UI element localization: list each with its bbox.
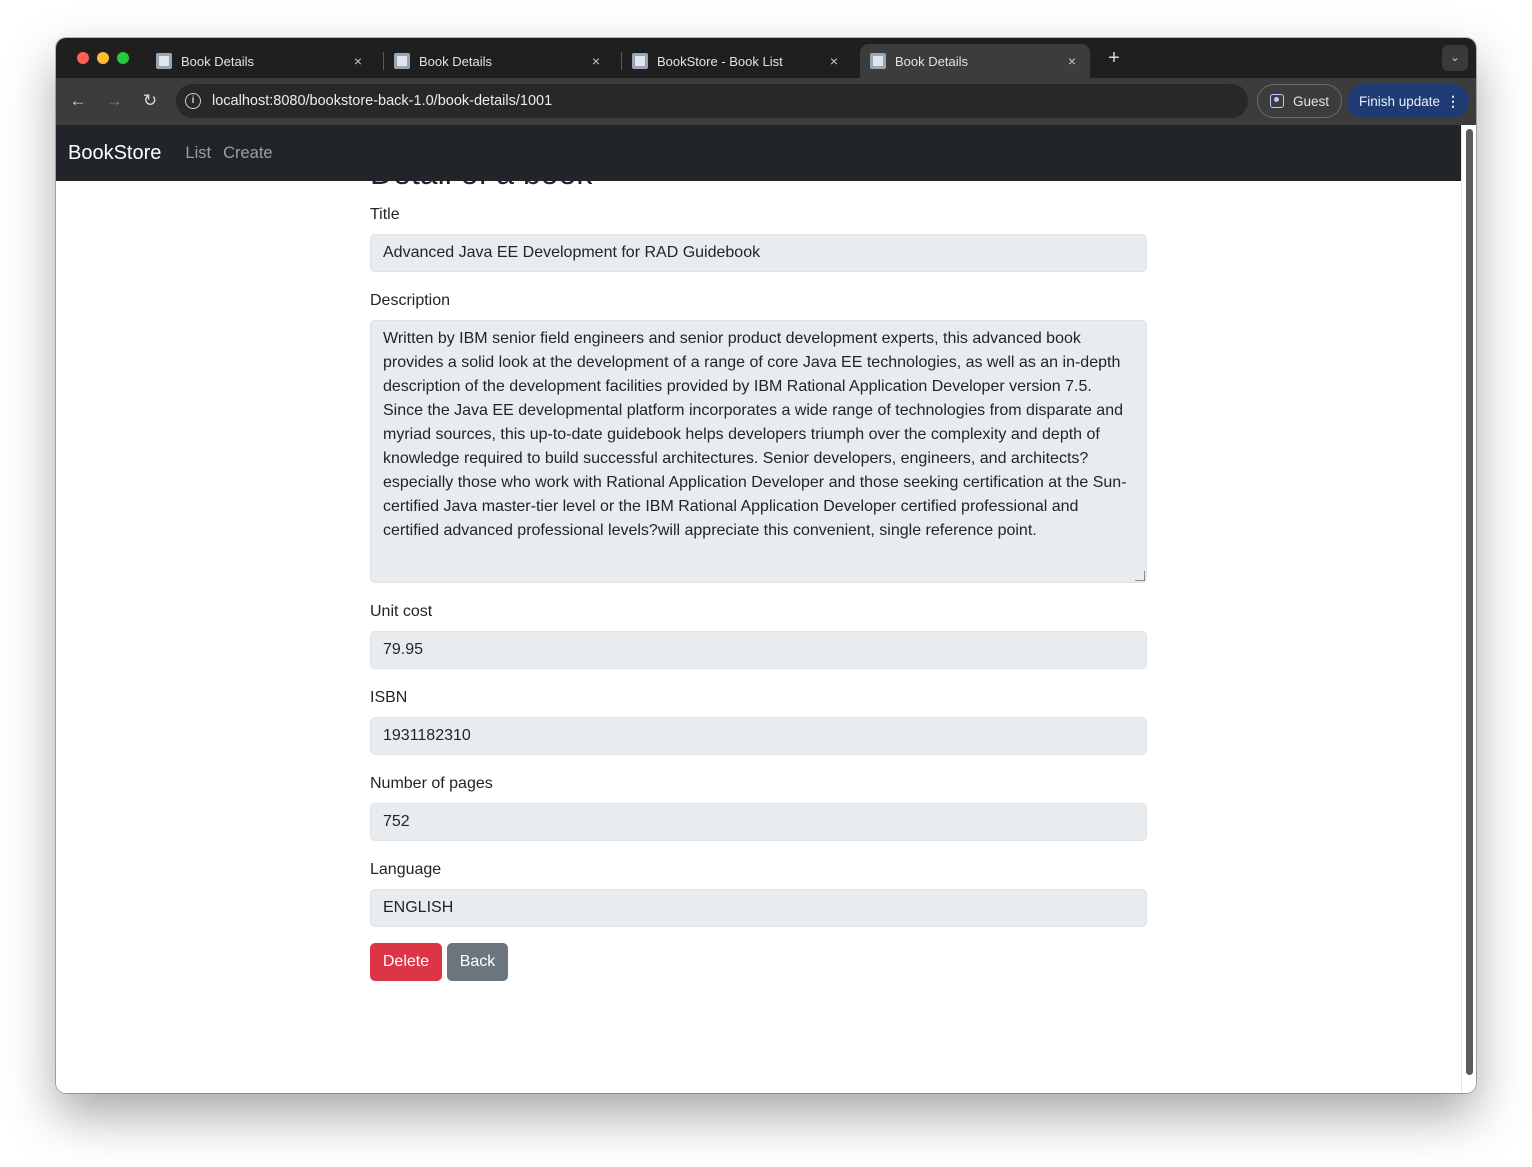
tab-search-chevron-icon[interactable]: ⌄ <box>1442 45 1468 71</box>
language-label: Language <box>370 861 442 878</box>
browser-tab[interactable]: Book Details × <box>384 44 614 78</box>
page-favicon-icon <box>870 53 886 69</box>
back-button[interactable]: Back <box>447 943 508 981</box>
unit-cost-field[interactable]: 79.95 <box>370 631 1147 669</box>
browser-tab-active[interactable]: Book Details × <box>860 44 1090 78</box>
description-field[interactable]: Written by IBM senior field engineers an… <box>370 320 1147 583</box>
close-icon[interactable]: × <box>1062 53 1082 69</box>
tab-title: Book Details <box>895 53 968 69</box>
person-icon <box>1270 94 1284 108</box>
close-icon[interactable]: × <box>824 53 844 69</box>
close-icon[interactable]: × <box>348 53 368 69</box>
title-label: Title <box>370 206 400 223</box>
browser-window: Book Details × Book Details × BookStore … <box>56 38 1476 1093</box>
page-viewport: BookStore List Create Detail of a book T… <box>56 125 1461 1093</box>
browser-toolbar: ← → ↻ i localhost:8080/bookstore-back-1.… <box>56 78 1476 125</box>
url-text[interactable]: localhost:8080/bookstore-back-1.0/book-d… <box>212 93 552 109</box>
reload-icon[interactable]: ↻ <box>139 90 161 112</box>
unit-cost-label: Unit cost <box>370 603 433 620</box>
update-label: Finish update <box>1359 93 1441 109</box>
new-tab-button[interactable]: + <box>1102 46 1126 70</box>
zoom-window-button[interactable] <box>117 52 129 64</box>
nav-link-list[interactable]: List <box>185 144 211 163</box>
page-favicon-icon <box>632 53 648 69</box>
browser-tab[interactable]: BookStore - Book List × <box>622 44 852 78</box>
description-label: Description <box>370 292 451 309</box>
page-favicon-icon <box>156 53 172 69</box>
scrollbar-thumb[interactable] <box>1466 129 1473 1075</box>
isbn-label: ISBN <box>370 689 408 706</box>
site-info-icon[interactable]: i <box>185 93 201 109</box>
pages-field[interactable]: 752 <box>370 803 1147 841</box>
tab-title: BookStore - Book List <box>657 53 783 69</box>
forward-arrow-icon[interactable]: → <box>103 90 125 112</box>
profile-label: Guest <box>1293 93 1330 109</box>
browser-tab[interactable]: Book Details × <box>146 44 376 78</box>
profile-button[interactable]: Guest <box>1257 84 1342 118</box>
nav-link-create[interactable]: Create <box>223 144 273 163</box>
finish-update-button[interactable]: Finish update ⋮ <box>1347 84 1469 118</box>
tab-title: Book Details <box>419 53 492 69</box>
address-bar[interactable]: i localhost:8080/bookstore-back-1.0/book… <box>176 84 1248 118</box>
isbn-field[interactable]: 1931182310 <box>370 717 1147 755</box>
more-menu-icon[interactable]: ⋮ <box>1445 93 1461 110</box>
page-title: Detail of a book <box>370 155 593 191</box>
page-scrollbar[interactable] <box>1461 125 1476 1093</box>
language-field[interactable]: ENGLISH <box>370 889 1147 927</box>
close-icon[interactable]: × <box>586 53 606 69</box>
resize-handle-icon[interactable] <box>1135 571 1145 581</box>
tab-title: Book Details <box>181 53 254 69</box>
close-window-button[interactable] <box>77 52 89 64</box>
minimize-window-button[interactable] <box>97 52 109 64</box>
app-navbar: BookStore List Create <box>56 125 1461 181</box>
title-field[interactable]: Advanced Java EE Development for RAD Gui… <box>370 234 1147 272</box>
tab-strip: Book Details × Book Details × BookStore … <box>56 38 1476 78</box>
back-arrow-icon[interactable]: ← <box>67 90 89 112</box>
brand-link[interactable]: BookStore <box>68 142 161 165</box>
delete-button[interactable]: Delete <box>370 943 442 981</box>
page-favicon-icon <box>394 53 410 69</box>
pages-label: Number of pages <box>370 775 493 792</box>
